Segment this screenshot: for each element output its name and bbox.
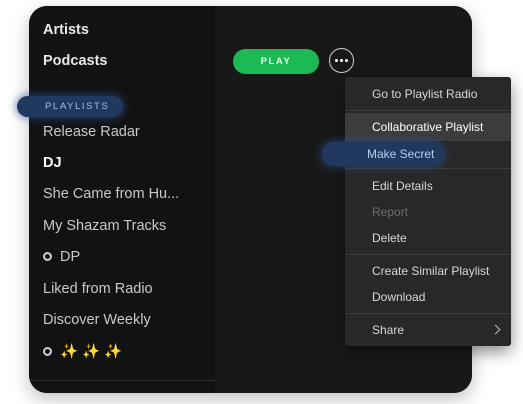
menu-separator [345, 254, 511, 255]
menu-separator [345, 313, 511, 314]
menu-separator [345, 168, 511, 169]
sidebar: Artists Podcasts Release Radar DJ She Ca… [29, 6, 215, 393]
menu-item-share[interactable]: Share [372, 323, 404, 337]
menu-item-delete[interactable]: Delete [372, 231, 407, 245]
playlist-item-dp[interactable]: DP [43, 249, 80, 265]
context-menu: Go to Playlist Radio Collaborative Playl… [345, 77, 511, 346]
folder-dot-icon [43, 346, 52, 356]
more-options-button[interactable] [329, 48, 354, 73]
playlist-item-release-radar[interactable]: Release Radar [43, 124, 140, 140]
playlist-item-liked-from-radio[interactable]: Liked from Radio [43, 281, 153, 297]
more-dot-icon [340, 59, 343, 62]
menu-separator [345, 110, 511, 111]
menu-item-go-to-playlist-radio[interactable]: Go to Playlist Radio [372, 87, 477, 101]
chevron-right-icon [490, 324, 501, 335]
sidebar-item-artists[interactable]: Artists [43, 22, 89, 38]
playlists-header-highlight: PLAYLISTS [17, 96, 123, 117]
playlist-item-discover-weekly[interactable]: Discover Weekly [43, 312, 151, 328]
playlist-item-my-shazam-tracks[interactable]: My Shazam Tracks [43, 218, 166, 234]
menu-item-download[interactable]: Download [372, 290, 425, 304]
menu-item-report: Report [372, 205, 409, 219]
playlist-item-she-came-from[interactable]: She Came from Hu... [43, 186, 179, 202]
playlist-item-sparkles[interactable]: ✨ ✨ ✨ [43, 343, 122, 360]
sidebar-divider [29, 380, 215, 381]
playlist-item-dj[interactable]: DJ [43, 155, 62, 171]
folder-dot-icon [43, 251, 52, 261]
menu-item-edit-details[interactable]: Edit Details [372, 179, 433, 193]
playlist-item-label: DP [60, 249, 81, 265]
playlist-item-label: ✨ ✨ ✨ [60, 344, 123, 360]
play-button[interactable]: PLAY [233, 49, 319, 74]
menu-item-make-secret[interactable]: Make Secret [322, 142, 444, 166]
more-dot-icon [345, 59, 348, 62]
more-dot-icon [335, 59, 338, 62]
menu-item-create-similar-playlist[interactable]: Create Similar Playlist [372, 264, 489, 278]
menu-item-collaborative-playlist[interactable]: Collaborative Playlist [372, 120, 483, 134]
sidebar-item-podcasts[interactable]: Podcasts [43, 53, 107, 69]
